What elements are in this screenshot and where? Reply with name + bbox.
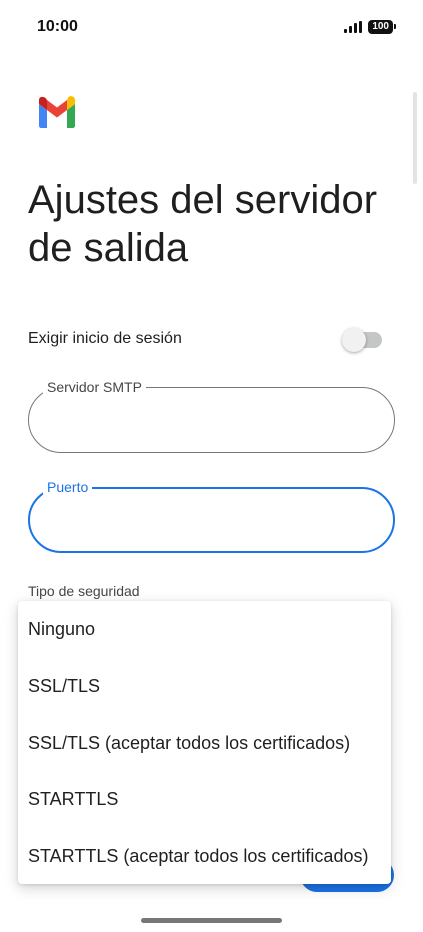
security-option-ssl-tls-all-certs[interactable]: SSL/TLS (aceptar todos los certificados)	[18, 718, 391, 768]
smtp-server-label: Servidor SMTP	[43, 379, 146, 395]
scrollbar[interactable]	[413, 92, 417, 184]
status-icons: 100	[344, 20, 396, 34]
signal-icon	[344, 21, 363, 33]
battery-icon: 100	[368, 20, 396, 34]
require-login-toggle[interactable]	[342, 328, 382, 352]
require-login-label: Exigir inicio de sesión	[28, 330, 182, 347]
security-type-dropdown: Ninguno SSL/TLS SSL/TLS (aceptar todos l…	[18, 601, 391, 884]
home-indicator[interactable]	[141, 918, 282, 923]
security-option-ssl-tls[interactable]: SSL/TLS	[18, 661, 391, 711]
security-type-label: Tipo de seguridad	[28, 583, 140, 599]
security-option-none[interactable]: Ninguno	[18, 604, 391, 654]
port-label: Puerto	[43, 479, 93, 495]
security-option-starttls-all-certs[interactable]: STARTTLS (aceptar todos los certificados…	[18, 831, 391, 881]
status-time: 10:00	[37, 18, 78, 35]
security-option-starttls[interactable]: STARTTLS	[18, 774, 391, 824]
gmail-logo-icon	[39, 96, 75, 128]
require-login-row: Exigir inicio de sesión	[28, 328, 384, 352]
port-field[interactable]: Puerto	[28, 479, 395, 553]
smtp-server-field[interactable]: Servidor SMTP	[28, 379, 395, 453]
toggle-knob	[342, 328, 366, 352]
screen: 10:00 100 Ajustes del servidor de salida…	[0, 0, 423, 932]
page-title: Ajustes del servidor de salida	[28, 178, 378, 270]
